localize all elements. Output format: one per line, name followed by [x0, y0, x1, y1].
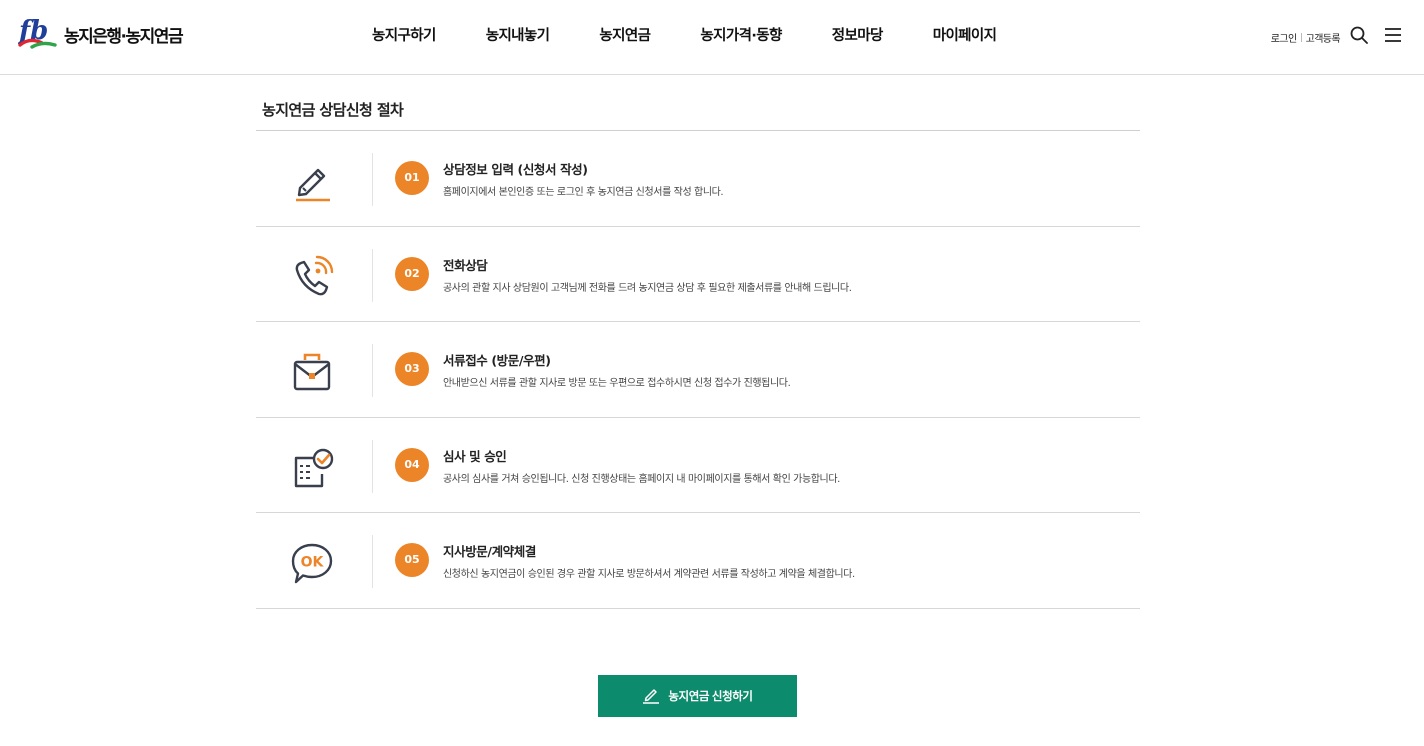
step-item: 03 서류접수 (방문/우편) 안내받으신 서류를 관할 지사로 방문 또는 우…	[256, 322, 1140, 418]
page-title: 농지연금 상담신청 절차	[256, 96, 1140, 131]
main-nav: 농지구하기 농지내놓기 농지연금 농지가격·동향 정보마당 마이페이지	[372, 24, 997, 45]
login-link[interactable]: 로그인	[1271, 30, 1297, 45]
consultation-procedure: 농지연금 상담신청 절차 01 상담정보 입력 (신청서 작성) 홈페이지에서 …	[256, 96, 1140, 609]
site-header: fb 농지은행·농지연금 농지구하기 농지내놓기 농지연금 농지가격·동향 정보…	[0, 0, 1424, 75]
site-logo[interactable]: fb 농지은행·농지연금	[17, 16, 184, 52]
step-item: 01 상담정보 입력 (신청서 작성) 홈페이지에서 본인인증 또는 로그인 후…	[256, 131, 1140, 227]
nav-item-find-farmland[interactable]: 농지구하기	[372, 24, 436, 45]
svg-text:OK: OK	[301, 555, 325, 571]
step-divider	[372, 344, 373, 397]
step-description: 안내받으신 서류를 관할 지사로 방문 또는 우편으로 접수하시면 신청 접수가…	[443, 378, 791, 389]
nav-item-mypage[interactable]: 마이페이지	[933, 24, 997, 45]
util-divider	[1300, 32, 1302, 42]
briefcase-icon	[288, 348, 336, 396]
step-description: 홈페이지에서 본인인증 또는 로그인 후 농지연금 신청서를 작성 합니다.	[443, 187, 724, 198]
step-number-badge: 02	[395, 256, 429, 291]
step-divider	[372, 439, 373, 493]
step-number-badge: 05	[395, 543, 429, 577]
step-number-badge: 01	[395, 161, 429, 195]
fb-logo-mark: fb	[17, 16, 58, 51]
step-divider	[372, 153, 373, 206]
document-check-icon	[288, 444, 336, 492]
step-number-badge: 03	[395, 352, 429, 386]
step-title: 심사 및 승인	[443, 448, 507, 464]
brand-name: 농지은행·농지연금	[64, 26, 184, 47]
nav-item-info[interactable]: 정보마당	[832, 24, 884, 45]
register-link[interactable]: 고객등록	[1306, 30, 1341, 45]
step-title: 지사방문/계약체결	[443, 544, 536, 559]
utility-menu: 로그인 고객등록	[1271, 26, 1402, 48]
step-divider	[372, 535, 373, 588]
step-title: 전화상담	[443, 257, 488, 273]
nav-item-list-farmland[interactable]: 농지내놓기	[486, 24, 550, 45]
step-item: OK 05 지사방문/계약체결 신청하신 농지연금이 승인된 경우 관할 지사로…	[256, 513, 1140, 609]
step-title: 상담정보 입력 (신청서 작성)	[443, 162, 588, 177]
apply-button-label: 농지연금 신청하기	[668, 691, 753, 703]
apply-pension-button[interactable]: 농지연금 신청하기	[598, 675, 797, 717]
nav-item-farmland-price-trend[interactable]: 농지가격·동향	[700, 24, 782, 45]
step-description: 공사의 심사를 거쳐 승인됩니다. 신청 진행상태는 홈페이지 내 마이페이지를…	[443, 473, 840, 485]
step-description: 신청하신 농지연금이 승인된 경우 관할 지사로 방문하셔서 계약관련 서류를 …	[443, 569, 855, 580]
pencil-icon	[642, 686, 660, 707]
step-item: 04 심사 및 승인 공사의 심사를 거쳐 승인됩니다. 신청 진행상태는 홈페…	[256, 418, 1140, 513]
search-icon[interactable]	[1350, 26, 1368, 48]
step-divider	[372, 248, 373, 302]
pencil-icon	[288, 157, 336, 205]
nav-item-farmland-pension[interactable]: 농지연금	[599, 24, 651, 45]
step-title: 서류접수 (방문/우편)	[443, 353, 551, 368]
phone-call-icon	[288, 253, 336, 301]
step-item: 02 전화상담 공사의 관할 지사 상담원이 고객님께 전화를 드려 농지연금 …	[256, 227, 1140, 322]
step-number-badge: 04	[395, 447, 429, 482]
step-description: 공사의 관할 지사 상담원이 고객님께 전화를 드려 농지연금 상담 후 필요한…	[443, 282, 852, 294]
hamburger-menu-icon[interactable]	[1384, 27, 1402, 47]
ok-speech-bubble-icon: OK	[288, 539, 336, 587]
